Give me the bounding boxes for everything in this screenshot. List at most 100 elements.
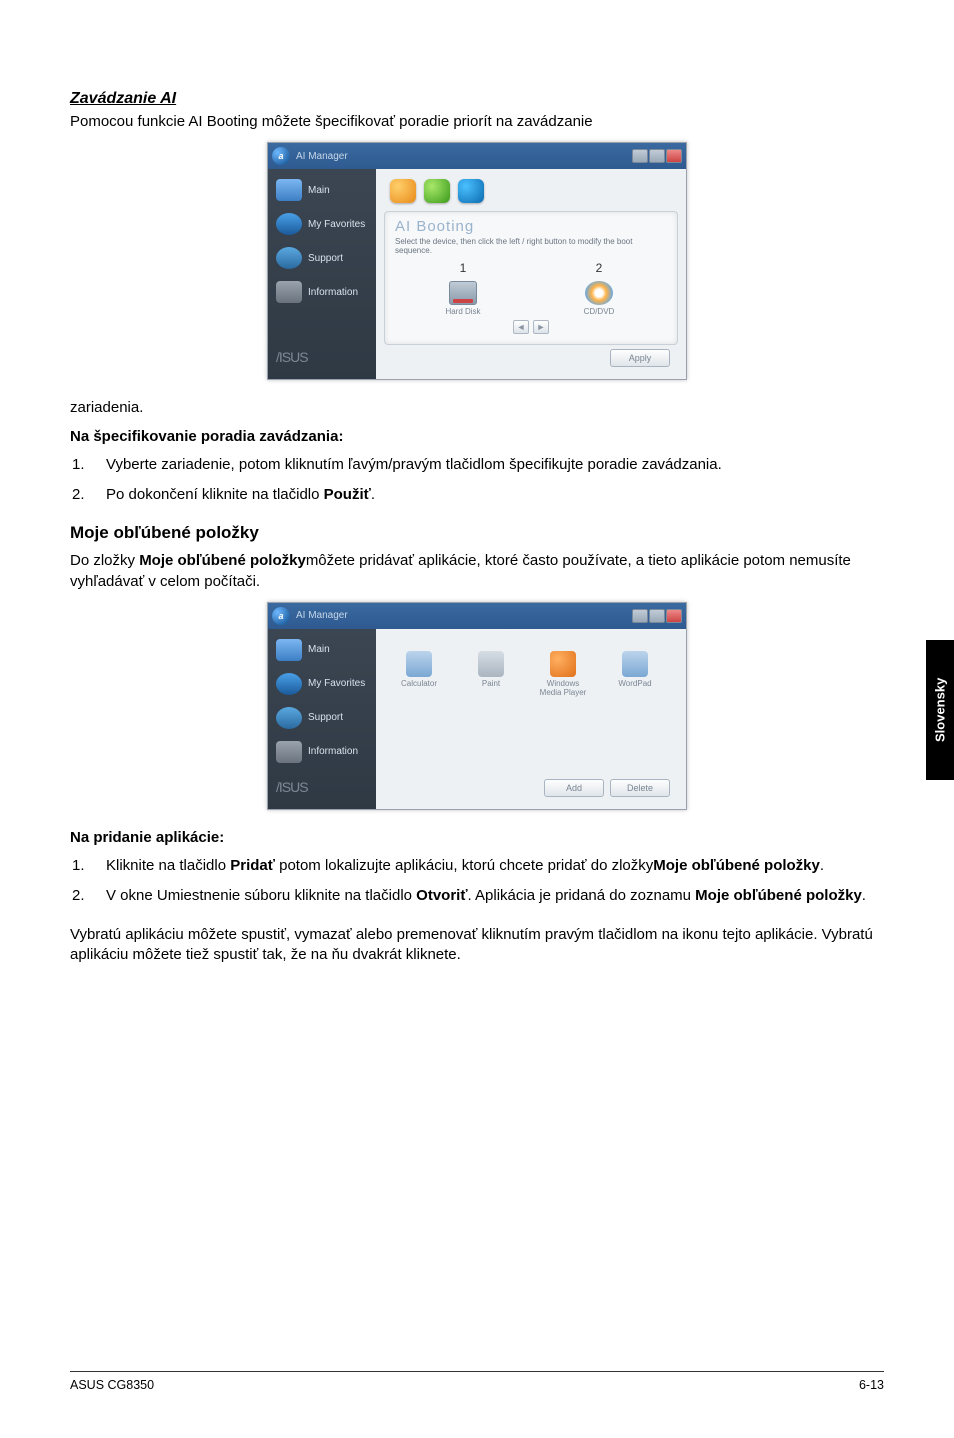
booting-after-img: zariadenia.	[70, 398, 884, 418]
booting-steps: 1. Vyberte zariadenie, potom kliknutím ľ…	[70, 455, 884, 506]
section-title-booting: Zavádzanie AI	[70, 90, 884, 108]
window-title: AI Manager	[296, 151, 348, 162]
window-title: AI Manager	[296, 610, 348, 621]
device-caption: CD/DVD	[531, 307, 667, 316]
calculator-icon	[406, 651, 432, 677]
ai-manager-window-favorites: a AI Manager Main My Fav	[267, 602, 687, 810]
brand-logo: /ISUS	[268, 341, 376, 373]
step-number: 1.	[72, 455, 106, 475]
main-pane: Calculator Paint Windows Media Player	[376, 629, 686, 809]
sidebar-item-support[interactable]: Support	[268, 243, 376, 273]
sidebar-item-label: Support	[308, 712, 343, 723]
information-icon	[276, 281, 302, 303]
favorite-app-wordpad[interactable]: WordPad	[610, 651, 660, 688]
wordpad-icon	[622, 651, 648, 677]
favorite-app-wmp[interactable]: Windows Media Player	[538, 651, 588, 697]
app-logo-icon: a	[272, 607, 290, 625]
sidebar-item-main[interactable]: Main	[268, 635, 376, 665]
text-fragment: Po dokončení kliknite na tlačidlo	[106, 486, 324, 503]
sidebar-item-information[interactable]: Information	[268, 737, 376, 767]
text-fragment-bold: Moje obľúbené položky	[139, 552, 306, 569]
step-number: 1.	[72, 856, 106, 876]
favorite-app-calculator[interactable]: Calculator	[394, 651, 444, 688]
sidebar-item-label: Information	[308, 287, 358, 298]
list-item: 2. Po dokončení kliknite na tlačidlo Pou…	[72, 485, 884, 505]
sidebar-item-main[interactable]: Main	[268, 175, 376, 205]
step-number: 2.	[72, 886, 106, 906]
text-fragment: . Aplikácia je pridaná do zoznamu	[468, 887, 696, 904]
maximize-icon[interactable]	[649, 149, 665, 163]
minimize-icon[interactable]	[632, 609, 648, 623]
sidebar-item-favorites[interactable]: My Favorites	[268, 669, 376, 699]
move-left-button[interactable]: ◄	[513, 320, 529, 334]
support-icon	[276, 707, 302, 729]
text-fragment: .	[820, 857, 824, 874]
minimize-icon[interactable]	[632, 149, 648, 163]
sidebar-item-information[interactable]: Information	[268, 277, 376, 307]
step-text: Po dokončení kliknite na tlačidlo Použiť…	[106, 485, 375, 505]
cd-dvd-icon	[585, 281, 613, 305]
footer-left: ASUS CG8350	[70, 1378, 154, 1392]
maximize-icon[interactable]	[649, 609, 665, 623]
subpanel-desc: Select the device, then click the left /…	[395, 237, 667, 255]
section-title-favorites: Moje obľúbené položky	[70, 523, 884, 543]
close-icon[interactable]	[666, 609, 682, 623]
footer-right: 6-13	[859, 1378, 884, 1392]
list-item: 1. Vyberte zariadenie, potom kliknutím ľ…	[72, 455, 884, 475]
favorites-outro: Vybratú aplikáciu môžete spustiť, vymaza…	[70, 925, 884, 966]
boot-device-2[interactable]: 2 CD/DVD	[531, 261, 667, 316]
close-icon[interactable]	[666, 149, 682, 163]
text-fragment-bold: Moje obľúbené položky	[695, 887, 862, 904]
favorite-app-paint[interactable]: Paint	[466, 651, 516, 688]
sidebar-item-label: My Favorites	[308, 678, 365, 689]
sidebar: Main My Favorites Support Information	[268, 629, 376, 809]
text-fragment: .	[371, 486, 375, 503]
text-fragment-bold: Otvoriť	[416, 887, 467, 904]
hard-disk-icon	[449, 281, 477, 305]
information-icon	[276, 741, 302, 763]
priority-number: 2	[531, 261, 667, 275]
main-icon	[276, 639, 302, 661]
sidebar: Main My Favorites Support Information	[268, 169, 376, 379]
main-pane: AI Booting Select the device, then click…	[376, 169, 686, 379]
step-text: Kliknite na tlačidlo Pridať potom lokali…	[106, 856, 824, 876]
sidebar-item-support[interactable]: Support	[268, 703, 376, 733]
sidebar-item-label: Main	[308, 185, 330, 196]
sidebar-item-favorites[interactable]: My Favorites	[268, 209, 376, 239]
ai-manager-window-booting: a AI Manager Main My Fav	[267, 142, 687, 380]
support-icon	[276, 247, 302, 269]
page-footer: ASUS CG8350 6-13	[70, 1371, 884, 1392]
titlebar: a AI Manager	[268, 143, 686, 169]
text-fragment-bold: Moje obľúbené položky	[653, 857, 820, 874]
move-right-button[interactable]: ►	[533, 320, 549, 334]
boot-device-1[interactable]: 1 Hard Disk	[395, 261, 531, 316]
favorites-intro: Do zložky Moje obľúbené položkymôžete pr…	[70, 551, 884, 592]
app-label: Windows Media Player	[540, 679, 587, 697]
text-fragment: .	[862, 887, 866, 904]
sidebar-item-label: My Favorites	[308, 219, 365, 230]
tool-icon-2[interactable]	[424, 179, 450, 203]
text-fragment-bold: Použiť	[324, 486, 371, 503]
add-button[interactable]: Add	[544, 779, 604, 797]
media-player-icon	[550, 651, 576, 677]
booting-intro: Pomocou funkcie AI Booting môžete špecif…	[70, 112, 884, 132]
delete-button[interactable]: Delete	[610, 779, 670, 797]
subpanel-title: AI Booting	[395, 218, 667, 235]
app-label: WordPad	[618, 679, 651, 688]
tool-icon-1[interactable]	[390, 179, 416, 203]
sidebar-item-label: Information	[308, 746, 358, 757]
tool-icon-3[interactable]	[458, 179, 484, 203]
apply-button[interactable]: Apply	[610, 349, 670, 367]
booting-sub-bold: Na špecifikovanie poradia zavádzania:	[70, 427, 884, 447]
favorites-grid: Calculator Paint Windows Media Player	[384, 637, 678, 705]
favorites-sub-bold: Na pridanie aplikácie:	[70, 828, 884, 848]
language-side-tab: Slovensky	[926, 640, 954, 780]
text-fragment: V okne Umiestnenie súboru kliknite na tl…	[106, 887, 416, 904]
text-fragment: Kliknite na tlačidlo	[106, 857, 230, 874]
titlebar: a AI Manager	[268, 603, 686, 629]
favorites-steps: 1. Kliknite na tlačidlo Pridať potom lok…	[70, 856, 884, 907]
step-number: 2.	[72, 485, 106, 505]
app-label: Calculator	[401, 679, 437, 688]
favorites-icon	[276, 213, 302, 235]
brand-logo: /ISUS	[268, 771, 376, 803]
